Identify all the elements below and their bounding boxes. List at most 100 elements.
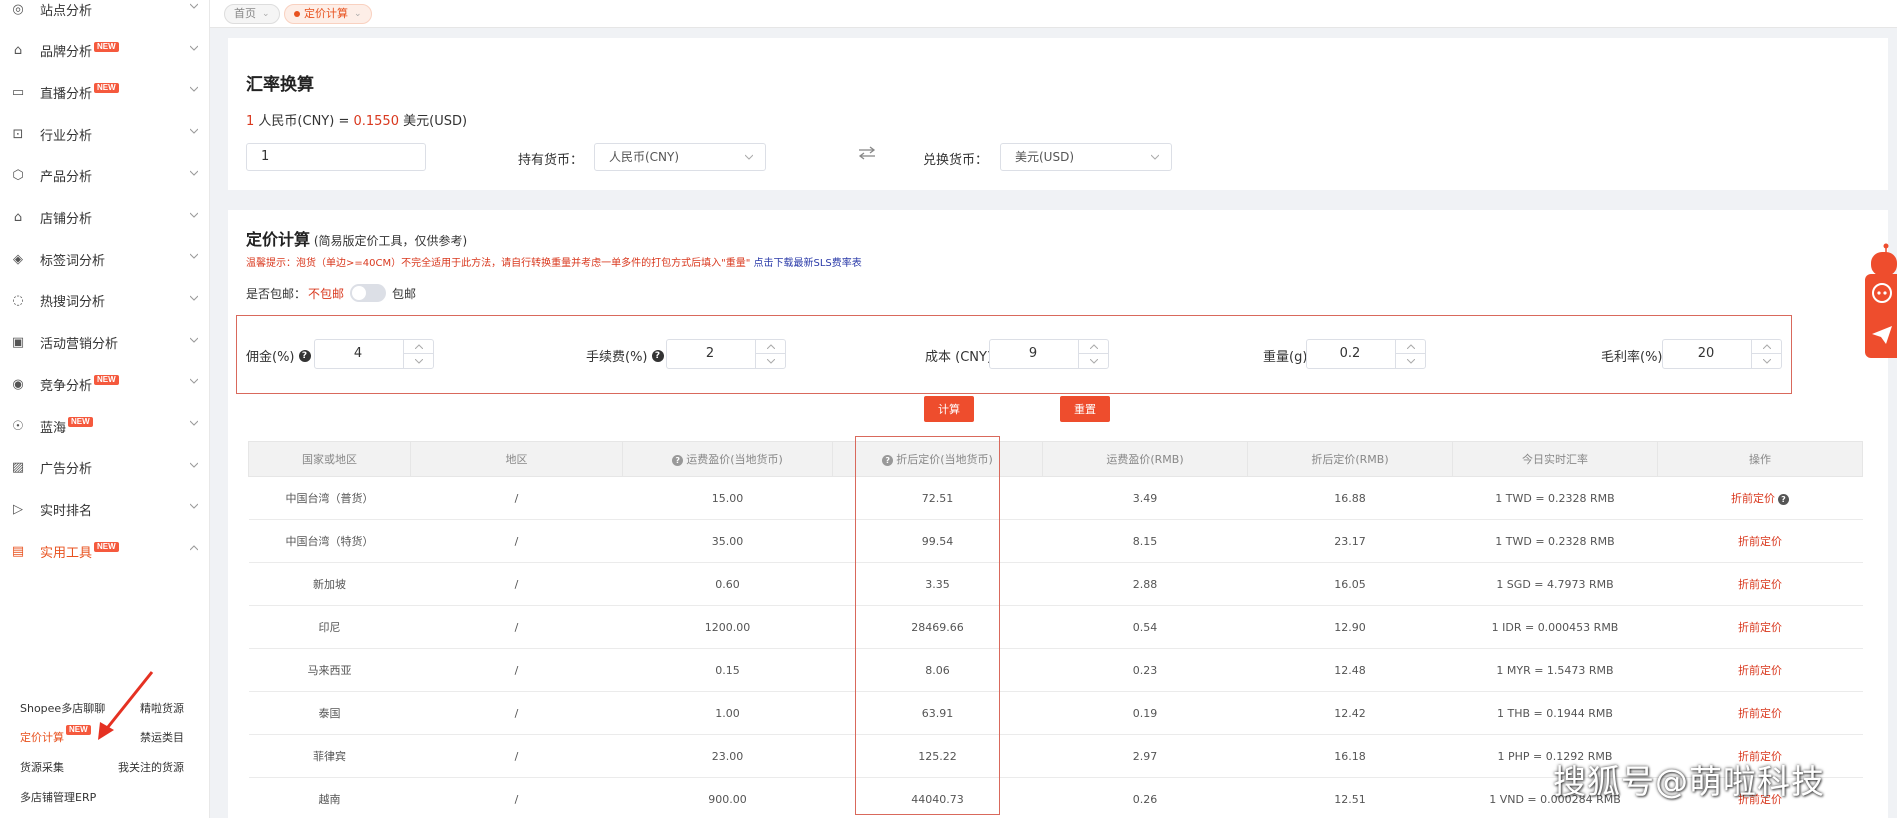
help-icon[interactable]: ?: [672, 454, 684, 466]
chevron-down-icon[interactable]: ⌄: [354, 5, 362, 23]
help-icon[interactable]: ?: [882, 454, 894, 466]
table-cell[interactable]: 折前定价: [1657, 605, 1863, 649]
sls-download-link[interactable]: 点击下载最新SLS费率表: [753, 258, 861, 269]
sidebar-item[interactable]: ▭ 直播分析 NEW: [0, 77, 210, 107]
stepper-value[interactable]: 2: [667, 340, 753, 368]
chevron-down-icon: [745, 154, 753, 160]
number-stepper[interactable]: 9: [989, 339, 1109, 369]
table-cell: 1 THB = 0.1944 RMB: [1452, 691, 1658, 735]
stepper-value[interactable]: 20: [1663, 340, 1749, 368]
sidebar-item[interactable]: ☉ 蓝海 NEW: [0, 411, 210, 441]
chevron-down-icon[interactable]: [756, 354, 785, 368]
th-price-local: ? 折后定价(当地货币): [832, 441, 1043, 477]
chevron-down-icon[interactable]: [190, 44, 198, 52]
swap-icon[interactable]: [858, 146, 876, 160]
pre-discount-price-link[interactable]: 折前定价: [1738, 578, 1782, 591]
amount-input[interactable]: 1: [246, 143, 426, 171]
number-stepper[interactable]: 20: [1662, 339, 1782, 369]
rate-from: 人民币(CNY) =: [258, 114, 350, 129]
calculate-button[interactable]: 计算: [924, 396, 974, 422]
send-icon[interactable]: [1871, 324, 1893, 346]
reset-button[interactable]: 重置: [1060, 396, 1110, 422]
help-icon[interactable]: ?: [298, 349, 311, 362]
sidebar-item[interactable]: ◌ 热搜词分析: [0, 286, 210, 316]
sidebar-item[interactable]: ◎ 站点分析: [0, 0, 210, 24]
chevron-down-icon[interactable]: ⌄: [262, 5, 270, 23]
customer-service-icon[interactable]: [1871, 282, 1893, 304]
chevron-up-icon[interactable]: [404, 340, 433, 354]
chevron-up-icon[interactable]: [1396, 340, 1425, 354]
chevron-up-icon[interactable]: [756, 340, 785, 354]
chevron-down-icon[interactable]: [190, 294, 198, 302]
chevron-down-icon[interactable]: [190, 502, 198, 510]
table-cell: 1 TWD = 0.2328 RMB: [1452, 476, 1658, 520]
stepper-value[interactable]: 9: [990, 340, 1076, 368]
sidebar-item[interactable]: ▣ 活动营销分析: [0, 328, 210, 358]
sidebar-subitem[interactable]: 定价计算NEW: [20, 725, 91, 745]
chevron-down-icon[interactable]: [1079, 354, 1108, 368]
chevron-down-icon[interactable]: [190, 2, 198, 10]
sidebar-item[interactable]: ◈ 标签词分析: [0, 244, 210, 274]
chevron-up-icon[interactable]: [1079, 340, 1108, 354]
pre-discount-price-link[interactable]: 折前定价: [1738, 535, 1782, 548]
tip-text: 温馨提示：泡货（单边>=40CM）不完全适用于此方法，请自行转换重量并考虑一单多…: [246, 258, 751, 269]
sidebar-item[interactable]: ⊡ 行业分析: [0, 119, 210, 149]
stepper-value[interactable]: 0.2: [1307, 340, 1393, 368]
tab-pricing[interactable]: 定价计算 ⌄: [284, 4, 372, 24]
table-cell: /: [410, 691, 623, 735]
help-icon[interactable]: ?: [651, 349, 664, 362]
chevron-down-icon[interactable]: [1396, 354, 1425, 368]
hold-currency-select[interactable]: 人民币(CNY): [594, 143, 766, 171]
sidebar-item[interactable]: ▨ 广告分析: [0, 453, 210, 483]
sidebar-subitem[interactable]: 我关注的货源: [118, 759, 184, 775]
chevron-down-icon[interactable]: [190, 377, 198, 385]
table-cell[interactable]: 折前定价: [1657, 519, 1863, 563]
chevron-down-icon[interactable]: [190, 252, 198, 260]
table-cell[interactable]: 折前定价: [1657, 562, 1863, 606]
table-cell: 0.23: [1042, 648, 1248, 692]
chevron-up-icon[interactable]: [190, 544, 198, 552]
pre-discount-price-link[interactable]: 折前定价: [1731, 492, 1775, 505]
table-cell[interactable]: 折前定价: [1657, 648, 1863, 692]
chevron-down-icon[interactable]: [190, 336, 198, 344]
to-currency-select[interactable]: 美元(USD): [1000, 143, 1172, 171]
chevron-down-icon[interactable]: [190, 211, 198, 219]
help-icon[interactable]: ?: [1778, 493, 1789, 505]
stepper-value[interactable]: 4: [315, 340, 401, 368]
pre-discount-price-link[interactable]: 折前定价: [1738, 707, 1782, 720]
sidebar-item[interactable]: ⌂ 品牌分析 NEW: [0, 36, 210, 66]
number-stepper[interactable]: 2: [666, 339, 786, 369]
free-ship-label: 是否包邮：: [246, 286, 307, 301]
table-cell[interactable]: 折前定价: [1657, 691, 1863, 735]
number-stepper[interactable]: 0.2: [1306, 339, 1426, 369]
th-shipping-local: ? 运费盈价(当地货币): [622, 441, 833, 477]
table-cell: /: [410, 476, 623, 520]
sidebar-subitem[interactable]: 多店铺管理ERP: [20, 789, 96, 805]
chevron-up-icon[interactable]: [1752, 340, 1781, 354]
sidebar-subitem[interactable]: Shopee多店聊聊: [20, 700, 105, 716]
free-ship-toggle[interactable]: [350, 284, 387, 302]
chevron-down-icon[interactable]: [190, 127, 198, 135]
table-cell: 63.91: [832, 691, 1043, 735]
sidebar-item[interactable]: ◉ 竞争分析 NEW: [0, 369, 210, 399]
sidebar-item[interactable]: ⬡ 产品分析: [0, 161, 210, 191]
robot-icon[interactable]: [1868, 242, 1897, 276]
table-cell[interactable]: 折前定价?: [1657, 476, 1863, 520]
tab-home[interactable]: 首页 ⌄: [224, 4, 280, 24]
sidebar-item[interactable]: ▤ 实用工具 NEW: [0, 536, 210, 566]
chevron-down-icon[interactable]: [190, 461, 198, 469]
table-cell: /: [410, 648, 623, 692]
sidebar-item[interactable]: ▷ 实时排名: [0, 494, 210, 524]
chevron-down-icon[interactable]: [404, 354, 433, 368]
chevron-down-icon[interactable]: [190, 85, 198, 93]
chevron-down-icon[interactable]: [190, 169, 198, 177]
bag-icon: ⌂: [13, 43, 23, 59]
number-stepper[interactable]: 4: [314, 339, 434, 369]
free-shipping-row: 是否包邮： 不包邮 包邮: [246, 284, 416, 302]
chevron-down-icon[interactable]: [1752, 354, 1781, 368]
sidebar-item[interactable]: ⌂ 店铺分析: [0, 203, 210, 233]
sidebar-subitem[interactable]: 货源采集: [20, 759, 64, 775]
pre-discount-price-link[interactable]: 折前定价: [1738, 621, 1782, 634]
chevron-down-icon[interactable]: [190, 419, 198, 427]
pre-discount-price-link[interactable]: 折前定价: [1738, 664, 1782, 677]
